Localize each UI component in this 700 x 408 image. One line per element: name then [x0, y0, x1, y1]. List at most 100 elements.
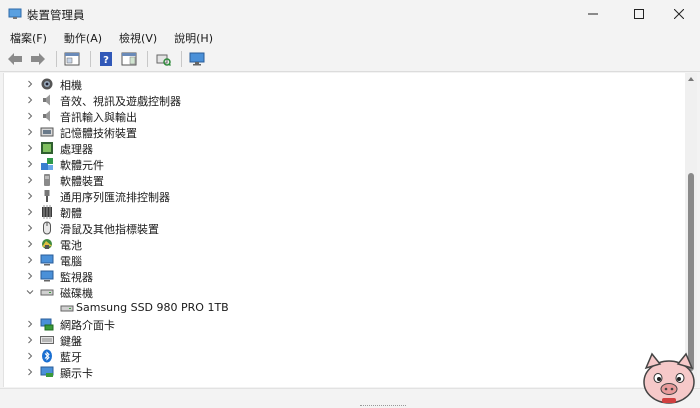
- tree-item-display-adapters[interactable]: 顯示卡: [4, 364, 685, 380]
- tree-item-firmware[interactable]: 韌體: [4, 204, 685, 220]
- chevron-right-icon[interactable]: [26, 160, 34, 168]
- tree-item-label: Samsung SSD 980 PRO 1TB: [76, 301, 229, 314]
- chevron-right-icon[interactable]: [26, 80, 34, 88]
- chevron-right-icon[interactable]: [26, 240, 34, 248]
- tree-item-label: 電池: [60, 239, 82, 252]
- tree-item-monitor[interactable]: 監視器: [4, 268, 685, 284]
- chevron-right-icon[interactable]: [26, 336, 34, 344]
- bluetooth-icon: [42, 349, 52, 363]
- tree-item-label: 通用序列匯流排控制器: [60, 191, 170, 204]
- chevron-down-icon[interactable]: [26, 288, 34, 296]
- computer-icon: [40, 254, 54, 266]
- tree-item-samsung-ssd[interactable]: Samsung SSD 980 PRO 1TB: [4, 300, 685, 316]
- tree-item-label: 相機: [60, 79, 82, 92]
- device-tree: 相機 音效、視訊及遊戲控制器 音訊輸入與輸出 記憶體技術裝置 處理器 軟體元件 …: [3, 73, 685, 387]
- properties-button[interactable]: [62, 50, 82, 68]
- forward-arrow-icon: [31, 52, 45, 65]
- chevron-right-icon[interactable]: [26, 112, 34, 120]
- tree-item-label: 軟體裝置: [60, 175, 104, 188]
- properties-icon: [64, 52, 80, 65]
- chevron-right-icon[interactable]: [26, 272, 34, 280]
- monitor-icon: [189, 52, 205, 65]
- tree-item-battery[interactable]: 電池: [4, 236, 685, 252]
- help-button[interactable]: ?: [96, 50, 116, 68]
- help-icon: ?: [100, 51, 112, 66]
- tree-item-label: 滑鼠及其他指標裝置: [60, 223, 159, 236]
- memory-icon: [40, 127, 54, 137]
- chevron-right-icon[interactable]: [26, 224, 34, 232]
- minimize-icon: [588, 13, 598, 15]
- tree-item-processor[interactable]: 處理器: [4, 140, 685, 156]
- pig-mascot-icon: [643, 352, 695, 404]
- software-component-icon: [41, 158, 53, 170]
- maximize-icon: [634, 9, 644, 19]
- tree-item-label: 顯示卡: [60, 367, 93, 380]
- window-title: 裝置管理員: [27, 8, 85, 22]
- tree-item-label: 記憶體技術裝置: [60, 127, 137, 140]
- menu-view[interactable]: 檢視(V): [109, 28, 164, 46]
- tree-item-memory-tech[interactable]: 記憶體技術裝置: [4, 124, 685, 140]
- firmware-icon: [42, 205, 52, 219]
- device-manager-icon: [8, 8, 22, 19]
- back-arrow-icon: [8, 52, 22, 65]
- svg-text:?: ?: [103, 55, 109, 66]
- chevron-right-icon[interactable]: [26, 176, 34, 184]
- tree-item-bluetooth[interactable]: 藍牙: [4, 348, 685, 364]
- status-divider: [360, 405, 406, 407]
- action-pane-button[interactable]: [119, 50, 139, 68]
- tree-item-software-component[interactable]: 軟體元件: [4, 156, 685, 172]
- tree-item-label: 軟體元件: [60, 159, 104, 172]
- vertical-scrollbar[interactable]: [685, 73, 697, 387]
- tree-item-audio-io[interactable]: 音訊輸入與輸出: [4, 108, 685, 124]
- menu-bar: 檔案(F) 動作(A) 檢視(V) 說明(H): [0, 28, 700, 46]
- software-device-icon: [44, 174, 50, 186]
- tree-item-sound-video-game[interactable]: 音效、視訊及遊戲控制器: [4, 92, 685, 108]
- tree-item-network-adapters[interactable]: 網路介面卡: [4, 316, 685, 332]
- back-button[interactable]: [5, 50, 25, 68]
- speaker-icon: [43, 94, 50, 106]
- tree-item-mouse[interactable]: 滑鼠及其他指標裝置: [4, 220, 685, 236]
- tree-item-keyboard[interactable]: 鍵盤: [4, 332, 685, 348]
- scroll-up-icon[interactable]: [687, 76, 695, 82]
- tree-item-label: 磁碟機: [60, 287, 93, 300]
- chevron-right-icon[interactable]: [26, 144, 34, 152]
- action-pane-icon: [121, 52, 137, 65]
- mouse-icon: [43, 221, 51, 235]
- processor-icon: [41, 142, 53, 154]
- monitor-icon: [40, 270, 54, 282]
- tree-item-label: 處理器: [60, 143, 93, 156]
- tree-item-software-device[interactable]: 軟體裝置: [4, 172, 685, 188]
- chevron-right-icon[interactable]: [26, 192, 34, 200]
- camera-icon: [41, 78, 53, 90]
- tree-item-camera[interactable]: 相機: [4, 76, 685, 92]
- scan-hardware-button[interactable]: [153, 50, 173, 68]
- chevron-right-icon[interactable]: [26, 352, 34, 360]
- chevron-right-icon[interactable]: [26, 320, 34, 328]
- tree-item-usb-controllers[interactable]: 通用序列匯流排控制器: [4, 188, 685, 204]
- chevron-right-icon[interactable]: [26, 128, 34, 136]
- minimize-button[interactable]: [570, 0, 616, 28]
- close-button[interactable]: [658, 0, 700, 28]
- chevron-right-icon[interactable]: [26, 208, 34, 216]
- tree-item-computer[interactable]: 電腦: [4, 252, 685, 268]
- monitor-button[interactable]: [187, 50, 207, 68]
- usb-icon: [44, 190, 50, 202]
- scan-hardware-icon: [156, 54, 171, 66]
- tree-item-label: 音訊輸入與輸出: [60, 111, 137, 124]
- menu-help[interactable]: 說明(H): [164, 28, 220, 46]
- network-adapter-icon: [40, 318, 54, 331]
- chevron-right-icon[interactable]: [26, 368, 34, 376]
- menu-file[interactable]: 檔案(F): [0, 28, 54, 46]
- toolbar-separator: [56, 50, 57, 67]
- tree-item-label: 韌體: [60, 207, 82, 220]
- scroll-thumb[interactable]: [688, 173, 694, 371]
- tree-item-label: 網路介面卡: [60, 319, 115, 332]
- tree-item-label: 音效、視訊及遊戲控制器: [60, 95, 181, 108]
- forward-button[interactable]: [28, 50, 48, 68]
- chevron-right-icon[interactable]: [26, 256, 34, 264]
- maximize-button[interactable]: [616, 0, 662, 28]
- tree-item-disk-drives[interactable]: 磁碟機: [4, 284, 685, 300]
- disk-icon: [60, 305, 74, 312]
- menu-action[interactable]: 動作(A): [54, 28, 109, 46]
- chevron-right-icon[interactable]: [26, 96, 34, 104]
